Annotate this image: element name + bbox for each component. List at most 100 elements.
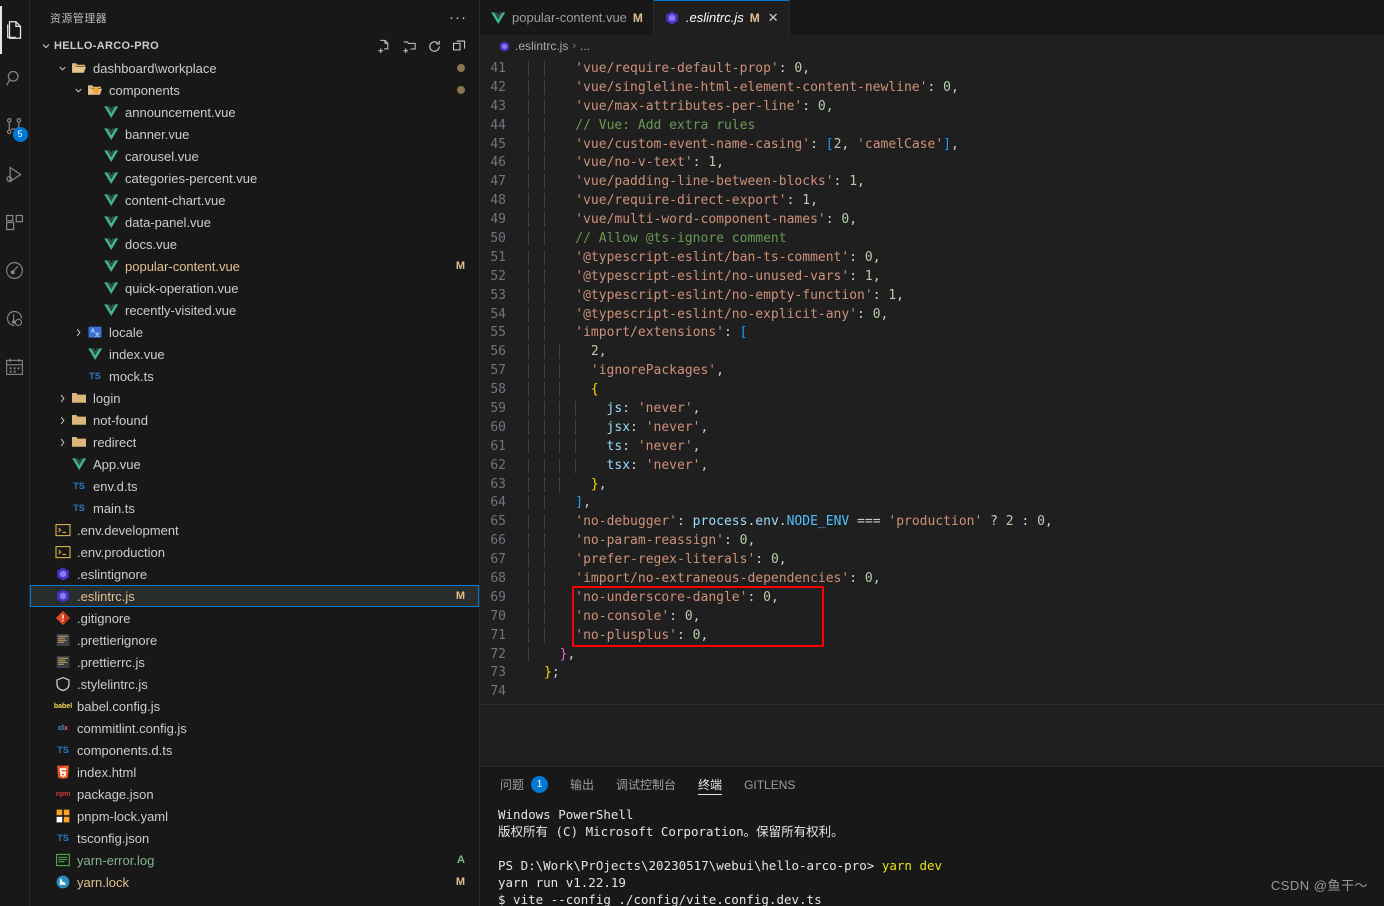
activity-search[interactable] (0, 54, 30, 102)
activity-explorer[interactable] (0, 6, 30, 54)
chevron-right-icon[interactable] (70, 327, 86, 338)
tree-item[interactable]: not-found (30, 409, 479, 431)
code-line: 67 'prefer-regex-literals': 0, (480, 550, 1384, 569)
activity-todo-calendar[interactable] (0, 342, 30, 390)
tree-item[interactable]: .gitignore (30, 607, 479, 629)
tree-item[interactable]: TS components.d.ts (30, 739, 479, 761)
activity-gitlens-inspect[interactable] (0, 294, 30, 342)
tree-item[interactable]: categories-percent.vue (30, 167, 479, 189)
tree-item[interactable]: content-chart.vue (30, 189, 479, 211)
line-text: 'no-debugger': process.env.NODE_ENV === … (528, 514, 1053, 530)
tree-item[interactable]: components (30, 79, 479, 101)
sidebar-title-bar: 资源管理器 ··· (30, 0, 479, 35)
tree-item[interactable]: TS tsconfig.json (30, 827, 479, 849)
tree-item[interactable]: index.vue (30, 343, 479, 365)
close-icon[interactable]: ✕ (768, 10, 779, 26)
editor-tab[interactable]: .eslintrc.js M ✕ (653, 0, 790, 35)
tree-item[interactable]: clx commitlint.config.js (30, 717, 479, 739)
folder-icon (70, 434, 88, 450)
code-line: 63}, (480, 475, 1384, 494)
panel-tab[interactable]: 问题 1 (500, 767, 549, 802)
tree-item[interactable]: data-panel.vue (30, 211, 479, 233)
tree-item[interactable]: TS mock.ts (30, 365, 479, 387)
activity-run-debug[interactable] (0, 150, 30, 198)
tree-item[interactable]: .stylelintrc.js (30, 673, 479, 695)
new-file-icon[interactable] (376, 38, 392, 54)
code-editor[interactable]: 41 'vue/require-default-prop': 0, 42 'vue/s… (480, 57, 1384, 766)
sidebar-more-actions-icon[interactable]: ··· (449, 10, 467, 25)
tree-item-label: tsconfig.json (77, 830, 150, 846)
breadcrumb-rest[interactable]: ... (580, 39, 590, 53)
code-content[interactable]: 41 'vue/require-default-prop': 0, 42 'vue/s… (480, 57, 1384, 701)
code-line: 68 'import/no-extraneous-dependencies': 0… (480, 569, 1384, 588)
tree-item[interactable]: announcement.vue (30, 101, 479, 123)
tree-item[interactable]: index.html (30, 761, 479, 783)
new-folder-icon[interactable] (401, 38, 417, 54)
code-line: 47 'vue/padding-line-between-blocks': 1, (480, 172, 1384, 191)
tree-item[interactable]: .env.production (30, 541, 479, 563)
tree-item[interactable]: yarn-error.log A (30, 849, 479, 871)
panel-tab[interactable]: 调试控制台 (616, 767, 676, 802)
code-line: 42 'vue/singleline-html-element-content-n… (480, 78, 1384, 97)
tree-item[interactable]: redirect (30, 431, 479, 453)
eslint-icon (54, 566, 72, 582)
tree-item[interactable]: babel babel.config.js (30, 695, 479, 717)
code-line: 45 'vue/custom-event-name-casing': [2, 'c… (480, 135, 1384, 154)
editor-tab-label: popular-content.vue (512, 10, 627, 25)
chevron-right-icon[interactable] (54, 393, 70, 404)
activity-extensions[interactable] (0, 198, 30, 246)
breadcrumb-file[interactable]: .eslintrc.js (515, 39, 568, 53)
tree-item[interactable]: dashboard\workplace (30, 57, 479, 79)
folder-open-icon (70, 60, 88, 76)
breadcrumb[interactable]: .eslintrc.js › ... (480, 35, 1384, 57)
tree-item[interactable]: TS main.ts (30, 497, 479, 519)
line-text: '@typescript-eslint/ban-ts-comment': 0, (528, 249, 881, 265)
tree-item[interactable]: login (30, 387, 479, 409)
refresh-icon[interactable] (426, 38, 442, 54)
tree-item[interactable]: pnpm-lock.yaml (30, 805, 479, 827)
editor-tab-bar[interactable]: popular-content.vue M .eslintrc.js M ✕ (480, 0, 1384, 35)
activity-gitlens[interactable] (0, 246, 30, 294)
tree-item[interactable]: TS env.d.ts (30, 475, 479, 497)
panel-tab[interactable]: 终端 (698, 767, 723, 802)
tree-item[interactable]: .eslintignore (30, 563, 479, 585)
tree-item[interactable]: .eslintrc.js M (30, 585, 479, 607)
tree-item-label: index.html (77, 764, 137, 780)
file-tree[interactable]: dashboard\workplace components announcemen… (30, 57, 479, 906)
panel-tab[interactable]: 输出 (570, 767, 594, 802)
yarn-icon (54, 874, 72, 890)
code-line: 52 '@typescript-eslint/no-unused-vars': 1… (480, 267, 1384, 286)
collapse-all-icon[interactable] (451, 38, 467, 54)
panel-tab-bar[interactable]: 问题 1 输出 调试控制台 终端 GITLENS (480, 767, 1384, 802)
editor-tab[interactable]: popular-content.vue M (480, 0, 654, 35)
tree-item[interactable]: carousel.vue (30, 145, 479, 167)
tree-item[interactable]: A 文 locale (30, 321, 479, 343)
chevron-down-icon[interactable] (70, 85, 86, 96)
activity-source-control[interactable]: 5 (0, 102, 30, 150)
code-line: 66 'no-param-reassign': 0, (480, 531, 1384, 550)
tree-item-label: yarn-error.log (77, 852, 155, 868)
tree-item[interactable]: App.vue (30, 453, 479, 475)
chevron-down-icon[interactable] (54, 63, 70, 74)
code-line: 71 'no-plusplus': 0, (480, 626, 1384, 645)
tree-item[interactable]: yarn.lock M (30, 871, 479, 893)
tree-item[interactable]: .prettierignore (30, 629, 479, 651)
prettier-icon (54, 632, 72, 648)
project-root-header[interactable]: HELLO-ARCO-PRO (30, 35, 479, 57)
eslint-icon (664, 10, 680, 26)
chevron-right-icon[interactable] (54, 437, 70, 448)
tree-item[interactable]: .env.development (30, 519, 479, 541)
terminal-output[interactable]: Windows PowerShell 版权所有 (C) Microsoft Cor… (480, 802, 1384, 906)
panel-tab[interactable]: GITLENS (744, 767, 795, 802)
tree-item[interactable]: quick-operation.vue (30, 277, 479, 299)
tree-item-label: env.d.ts (93, 478, 138, 494)
tree-item[interactable]: recently-visited.vue (30, 299, 479, 321)
tree-item[interactable]: popular-content.vue M (30, 255, 479, 277)
line-text: 'vue/no-v-text': 1, (528, 155, 724, 171)
tree-item[interactable]: docs.vue (30, 233, 479, 255)
line-text: jsx: 'never', (528, 419, 708, 435)
tree-item[interactable]: .prettierrc.js (30, 651, 479, 673)
tree-item[interactable]: npm package.json (30, 783, 479, 805)
tree-item[interactable]: banner.vue (30, 123, 479, 145)
chevron-right-icon[interactable] (54, 415, 70, 426)
